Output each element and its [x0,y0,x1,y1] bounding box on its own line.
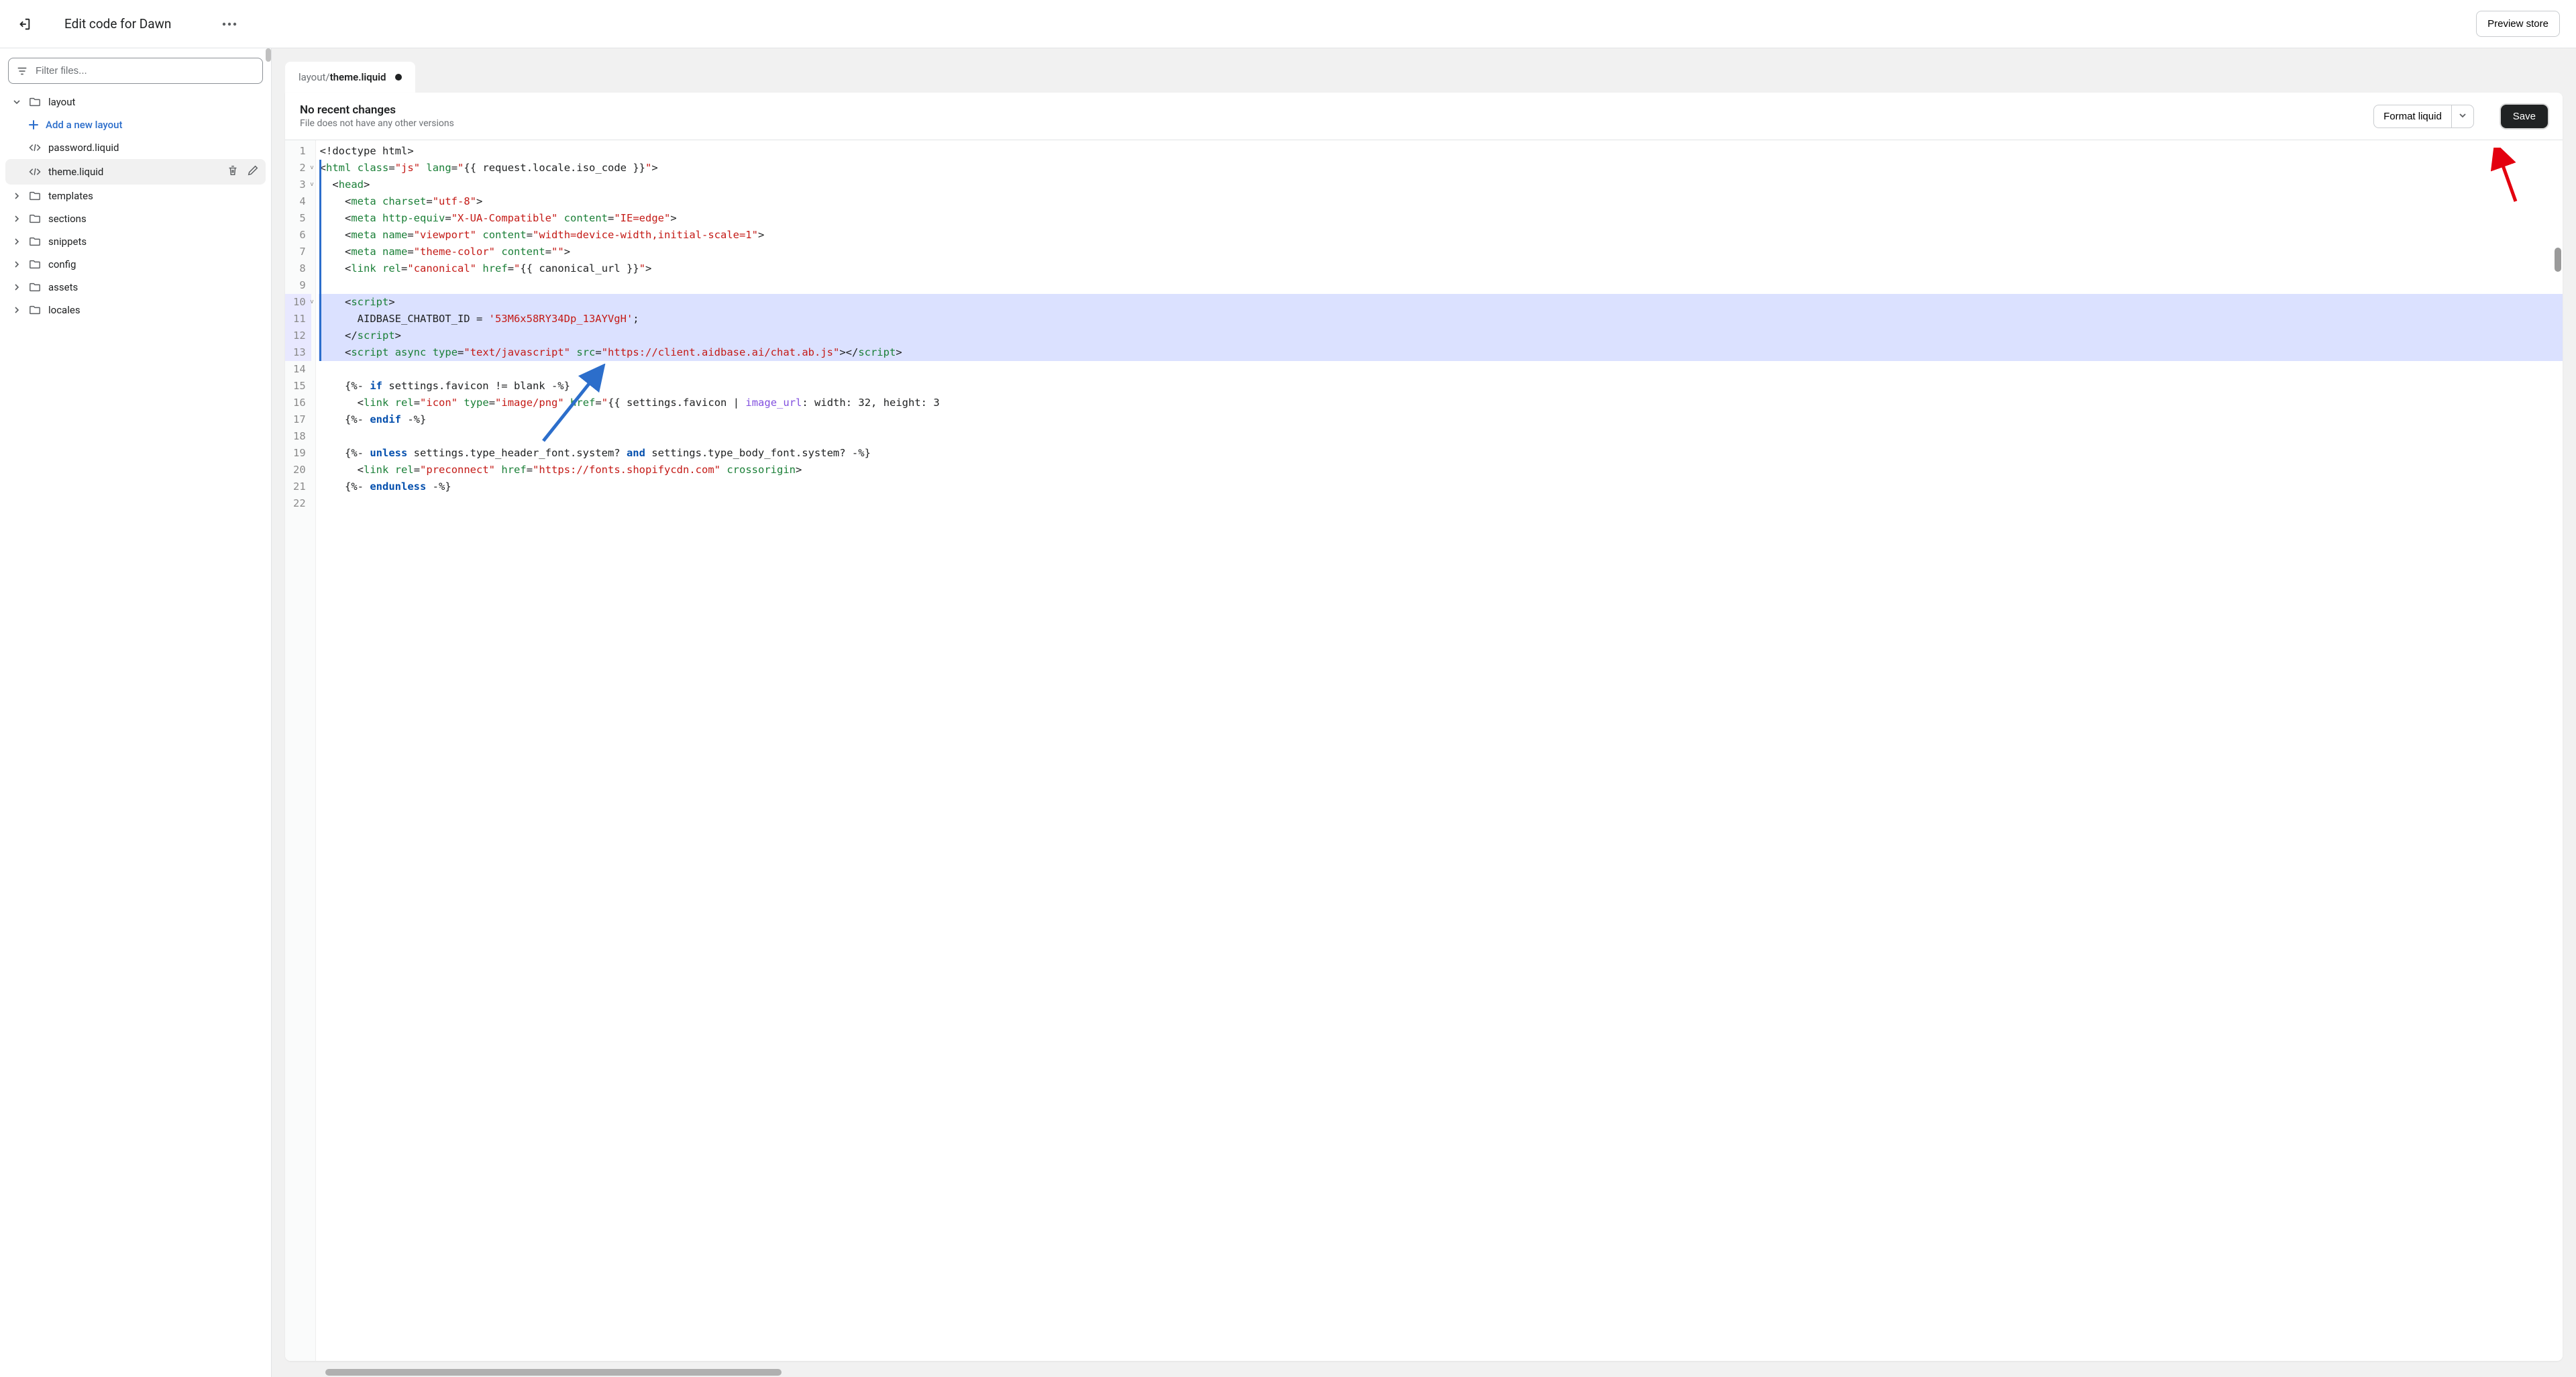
preview-store-button[interactable]: Preview store [2476,11,2560,37]
code-line[interactable]: <!doctype html> [319,143,2563,160]
code-line[interactable] [319,277,2563,294]
tab-dir: layout/ [299,71,330,83]
file-label: theme.liquid [48,166,220,178]
save-button[interactable]: Save [2501,105,2548,128]
folder-label: snippets [48,236,259,248]
code-file-icon [28,142,42,153]
chevron-right-icon [12,260,21,268]
code-line[interactable]: <head> [319,176,2563,193]
folder-locales[interactable]: locales [5,299,266,321]
editor-pane: layout/theme.liquid No recent changes Fi… [272,48,2576,1377]
code-line[interactable]: <script> [319,294,2563,311]
code-line[interactable]: <html class="js" lang="{{ request.locale… [319,160,2563,176]
folder-icon [28,258,42,270]
add-link-label: Add a new layout [46,119,123,131]
folder-templates[interactable]: templates [5,185,266,207]
line-gutter: 12v3v45678910v111213141516171819202122 [285,140,316,1361]
code-editor[interactable]: 12v3v45678910v111213141516171819202122 <… [285,140,2563,1361]
tab-file: theme.liquid [330,71,386,83]
folder-label: sections [48,213,259,225]
folder-layout[interactable]: layout [5,91,266,113]
sidebar: layout Add a new layout password.liquid … [0,48,272,1377]
code-line[interactable]: AIDBASE_CHATBOT_ID = '53M6x58RY34Dp_13AY… [319,311,2563,327]
code-file-icon [28,166,42,177]
code-line[interactable] [319,428,2563,445]
chevron-right-icon [12,306,21,314]
code-line[interactable]: {%- endunless -%} [319,478,2563,495]
more-icon[interactable] [222,22,237,26]
chevron-right-icon [12,192,21,200]
folder-icon [28,281,42,293]
folder-icon [28,236,42,248]
delete-file-icon[interactable] [227,164,239,179]
format-liquid-group: Format liquid [2373,105,2474,128]
folder-icon [28,213,42,225]
tab-bar: layout/theme.liquid [272,48,2576,93]
file-theme-liquid[interactable]: theme.liquid [5,159,266,185]
folder-label: templates [48,190,259,202]
chevron-right-icon [12,215,21,223]
chevron-down-icon [12,98,21,106]
chevron-right-icon [12,238,21,246]
code-line[interactable] [319,495,2563,512]
chevron-right-icon [12,283,21,291]
code-line[interactable] [319,361,2563,378]
folder-icon [28,190,42,202]
file-password-liquid[interactable]: password.liquid [5,136,266,159]
filter-icon [16,65,28,80]
edit-file-icon[interactable] [247,164,259,179]
folder-snippets[interactable]: snippets [5,230,266,253]
code-line[interactable]: {%- unless settings.type_header_font.sys… [319,445,2563,462]
code-line[interactable]: <link rel="preconnect" href="https://fon… [319,462,2563,478]
code-line[interactable]: <meta name="theme-color" content=""> [319,244,2563,260]
topbar-left: Edit code for Dawn [16,16,237,32]
file-label: password.liquid [48,142,259,154]
code-line[interactable]: {%- endif -%} [319,411,2563,428]
changes-title: No recent changes [300,103,2363,117]
editor-vertical-scrollbar[interactable] [2555,248,2561,272]
code-line[interactable]: {%- if settings.favicon != blank -%} [319,378,2563,395]
code-line[interactable]: <link rel="icon" type="image/png" href="… [319,395,2563,411]
folder-label: assets [48,281,259,293]
code-line[interactable]: <meta charset="utf-8"> [319,193,2563,210]
code-line[interactable]: <script async type="text/javascript" src… [319,344,2563,361]
exit-icon[interactable] [16,16,32,32]
code-line[interactable]: </script> [319,327,2563,344]
add-new-layout-link[interactable]: Add a new layout [5,113,266,136]
folder-config[interactable]: config [5,253,266,276]
sidebar-scrollbar[interactable] [266,48,271,62]
folder-sections[interactable]: sections [5,207,266,230]
code-content[interactable]: <!doctype html><html class="js" lang="{{… [316,140,2563,1361]
code-line[interactable]: <meta http-equiv="X-UA-Compatible" conte… [319,210,2563,227]
editor-tab[interactable]: layout/theme.liquid [285,62,415,93]
editor-header: No recent changes File does not have any… [285,93,2563,140]
format-liquid-dropdown[interactable] [2452,105,2474,128]
editor-horizontal-scrollbar-thumb[interactable] [325,1369,782,1376]
format-liquid-button[interactable]: Format liquid [2373,105,2452,128]
folder-icon [28,304,42,316]
folder-label: config [48,258,259,270]
editor-horizontal-scrollbar-track[interactable] [285,1368,2563,1377]
topbar: Edit code for Dawn Preview store [0,0,2576,48]
folder-assets[interactable]: assets [5,276,266,299]
code-line[interactable]: <link rel="canonical" href="{{ canonical… [319,260,2563,277]
folder-icon [28,96,42,108]
page-title: Edit code for Dawn [64,16,171,32]
folder-label: layout [48,96,259,108]
code-line[interactable]: <meta name="viewport" content="width=dev… [319,227,2563,244]
changes-subtitle: File does not have any other versions [300,118,2363,129]
unsaved-dot-icon [395,74,402,81]
filter-files-input[interactable] [8,58,263,84]
folder-label: locales [48,304,259,316]
